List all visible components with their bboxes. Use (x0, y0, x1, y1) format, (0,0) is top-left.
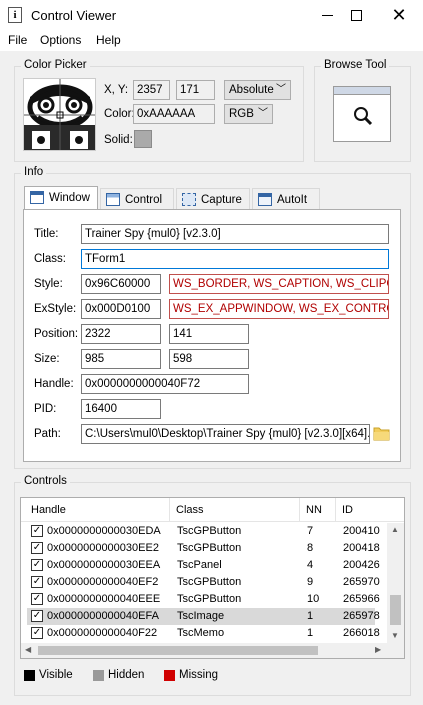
column-header-handle[interactable]: Handle (31, 504, 66, 516)
info-icon: i (8, 7, 22, 23)
window-icon (30, 191, 44, 204)
style-description-field[interactable]: WS_BORDER, WS_CAPTION, WS_CLIPCH (169, 274, 389, 294)
chevron-down-icon: ﹀ (276, 84, 286, 95)
controls-list[interactable]: Handle Class NN ID ✓ 0x0000000000030EDA … (20, 497, 405, 659)
solid-label: Solid: (104, 134, 133, 146)
close-icon: ✕ (391, 5, 407, 25)
path-field[interactable]: C:\Users\mul0\Desktop\Trainer Spy {mul0}… (81, 424, 370, 444)
window-title: Control Viewer (31, 8, 117, 23)
scroll-down-icon[interactable]: ▼ (391, 631, 399, 640)
row-checkbox[interactable]: ✓ (31, 525, 43, 537)
info-title: Info (21, 166, 47, 178)
table-row[interactable]: ✓ 0x0000000000030EE2 TscGPButton 8 20041… (27, 540, 380, 557)
visible-swatch (24, 670, 35, 681)
position-x-field[interactable]: 2322 (81, 324, 161, 344)
pid-label: PID: (34, 403, 57, 415)
legend-label: Missing (179, 669, 218, 681)
title-label: Title: (34, 228, 59, 240)
column-header-id[interactable]: ID (342, 504, 353, 516)
y-field[interactable]: 171 (176, 80, 215, 100)
scroll-corner (387, 643, 404, 658)
title-bar: i Control Viewer ✕ (0, 0, 423, 31)
row-checkbox[interactable]: ✓ (31, 542, 43, 554)
handle-label: Handle: (34, 378, 74, 390)
size-height-field[interactable]: 598 (169, 349, 249, 369)
horizontal-scroll-thumb[interactable] (38, 646, 318, 655)
autoit-icon (258, 193, 272, 206)
row-checkbox[interactable]: ✓ (31, 576, 43, 588)
scroll-up-icon[interactable]: ▲ (391, 525, 399, 534)
hidden-swatch (93, 670, 104, 681)
close-button[interactable]: ✕ (379, 0, 419, 31)
exstyle-field[interactable]: 0x000D0100 (81, 299, 161, 319)
exstyle-description-field[interactable]: WS_EX_APPWINDOW, WS_EX_CONTROL (169, 299, 389, 319)
color-format-value: RGB (229, 108, 254, 120)
legend-label: Hidden (108, 669, 145, 681)
class-field[interactable]: TForm1 (81, 249, 389, 269)
size-label: Size: (34, 353, 60, 365)
solid-color-swatch (134, 130, 152, 148)
minimize-button[interactable] (313, 0, 343, 31)
row-checkbox[interactable]: ✓ (31, 627, 43, 639)
menu-help[interactable]: Help (96, 33, 121, 47)
position-y-field[interactable]: 141 (169, 324, 249, 344)
style-label: Style: (34, 278, 63, 290)
exstyle-label: ExStyle: (34, 303, 77, 315)
controls-rows: ✓ 0x0000000000030EDA TscGPButton 7 20041… (27, 523, 387, 643)
coordinate-mode-value: Absolute (229, 84, 274, 96)
vertical-scroll-thumb[interactable] (390, 595, 401, 625)
color-picker-title: Color Picker (21, 59, 90, 71)
color-value-field[interactable]: 0xAAAAAA (133, 104, 215, 124)
legend-label: Visible (39, 669, 73, 681)
table-row[interactable]: ✓ 0x0000000000030EEA TscPanel 4 200426 (27, 557, 380, 574)
column-header-nn[interactable]: NN (306, 504, 322, 516)
tab-window[interactable]: Window (24, 186, 98, 210)
size-width-field[interactable]: 985 (81, 349, 161, 369)
controls-title: Controls (21, 475, 70, 487)
table-row[interactable]: ✓ 0x0000000000030EDA TscGPButton 7 20041… (27, 523, 380, 540)
color-label: Color: (104, 108, 135, 120)
handle-field[interactable]: 0x0000000000040F72 (81, 374, 249, 394)
missing-swatch (164, 670, 175, 681)
title-field[interactable]: Trainer Spy {mul0} [v2.3.0] (81, 224, 389, 244)
x-field[interactable]: 2357 (133, 80, 170, 100)
browse-tool-button[interactable] (333, 86, 391, 142)
class-label: Class: (34, 253, 66, 265)
xy-label: X, Y: (104, 84, 129, 96)
coordinate-mode-select[interactable]: Absolute ﹀ (224, 80, 291, 100)
table-row[interactable]: ✓ 0x0000000000040EEE TscGPButton 10 2659… (27, 591, 380, 608)
row-checkbox[interactable]: ✓ (31, 593, 43, 605)
table-row-selected[interactable]: ✓ 0x0000000000040EFA TscImage 1 265978 (27, 608, 380, 625)
magnifier-icon (354, 107, 373, 126)
column-header-class[interactable]: Class (176, 504, 204, 516)
tab-autoit[interactable]: AutoIt (252, 188, 320, 210)
pid-field[interactable]: 16400 (81, 399, 161, 419)
table-row[interactable]: ✓ 0x0000000000040F22 TscMemo 1 266018 (27, 625, 380, 642)
horizontal-scrollbar[interactable]: ◀ ▶ (21, 643, 387, 658)
menu-options[interactable]: Options (40, 33, 81, 47)
vertical-scrollbar[interactable]: ▲ ▼ (387, 523, 404, 643)
scroll-right-icon[interactable]: ▶ (375, 645, 381, 654)
maximize-button[interactable] (343, 0, 373, 31)
menu-bar: File Options Help (0, 31, 423, 51)
scroll-left-icon[interactable]: ◀ (25, 645, 31, 654)
tab-capture[interactable]: Capture (176, 188, 250, 210)
zoom-preview (23, 78, 96, 151)
position-label: Position: (34, 328, 79, 340)
control-icon (106, 193, 120, 206)
browse-tool-title: Browse Tool (321, 59, 390, 71)
row-checkbox[interactable]: ✓ (31, 610, 43, 622)
capture-icon (182, 193, 196, 206)
table-row[interactable]: ✓ 0x0000000000040EF2 TscGPButton 9 26597… (27, 574, 380, 591)
tab-control[interactable]: Control (100, 188, 174, 210)
style-field[interactable]: 0x96C60000 (81, 274, 161, 294)
path-label: Path: (34, 428, 61, 440)
color-format-select[interactable]: RGB ﹀ (224, 104, 273, 124)
controls-list-header: Handle Class NN ID (21, 498, 404, 522)
magnified-face-icon (24, 79, 95, 150)
folder-icon[interactable] (373, 426, 390, 441)
row-checkbox[interactable]: ✓ (31, 559, 43, 571)
chevron-down-icon: ﹀ (258, 108, 268, 119)
menu-file[interactable]: File (8, 33, 27, 47)
